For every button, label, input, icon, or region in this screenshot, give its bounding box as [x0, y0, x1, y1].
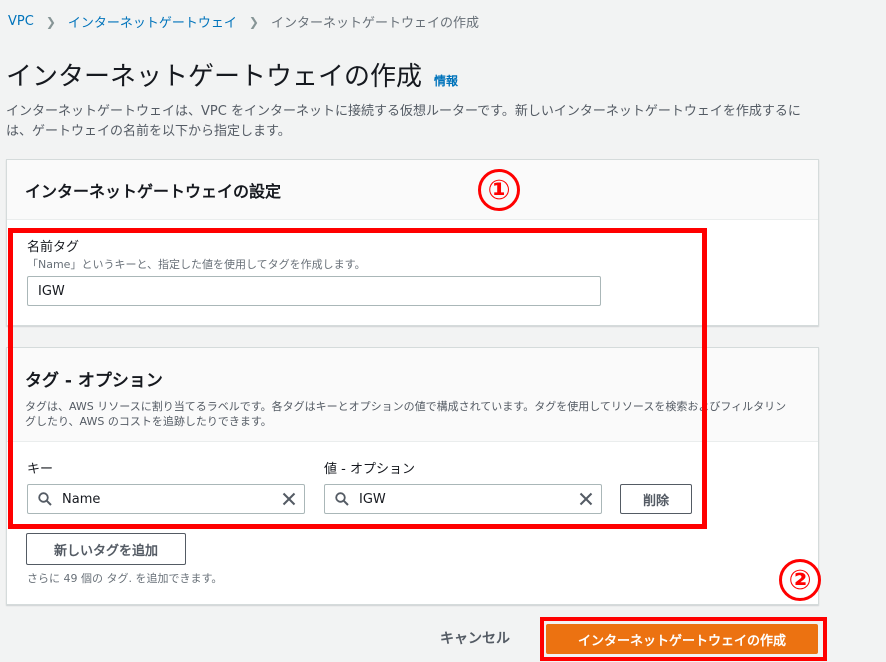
- page-title: インターネットゲートウェイの作成 情報: [6, 56, 458, 93]
- breadcrumb-current: インターネットゲートウェイの作成: [270, 16, 479, 31]
- tag-value-value: IGW: [359, 491, 386, 507]
- step-marker-2: ②: [779, 559, 821, 601]
- tags-panel-title: タグ - オプション: [25, 371, 163, 391]
- tags-panel-description: タグは、AWS リソースに割り当てるラベルです。各タグはキーとオプションの値で構…: [25, 400, 787, 428]
- name-tag-input[interactable]: IGW: [27, 276, 601, 306]
- tag-key-label: キー: [27, 462, 54, 477]
- tag-limit-hint: さらに 49 個の タグ. を追加できます。: [27, 572, 223, 585]
- info-link[interactable]: 情報: [434, 72, 458, 89]
- tags-panel: タグ - オプション タグは、AWS リソースに割り当てるラベルです。各タグはキ…: [6, 347, 819, 605]
- chevron-right-icon: ❯: [45, 14, 56, 29]
- clear-icon[interactable]: [274, 492, 304, 506]
- tag-key-value: Name: [62, 491, 101, 507]
- chevron-right-icon: ❯: [248, 14, 259, 29]
- tag-key-input[interactable]: Name: [27, 484, 305, 514]
- tag-value-input[interactable]: IGW: [324, 484, 602, 514]
- add-tag-button[interactable]: 新しいタグを追加: [26, 533, 186, 565]
- clear-icon[interactable]: [571, 492, 601, 506]
- tags-panel-header: タグ - オプション タグは、AWS リソースに割り当てるラベルです。各タグはキ…: [7, 348, 818, 442]
- page-title-text: インターネットゲートウェイの作成: [6, 62, 423, 92]
- name-tag-label: 名前タグ: [27, 240, 80, 255]
- remove-tag-button[interactable]: 削除: [620, 484, 692, 514]
- search-icon: [325, 492, 359, 506]
- cancel-button[interactable]: キャンセル: [440, 628, 510, 648]
- name-tag-description: 「Name」というキーと、指定した値を使用してタグを作成します。: [27, 258, 366, 271]
- settings-panel: インターネットゲートウェイの設定 名前タグ 「Name」というキーと、指定した値…: [6, 159, 819, 326]
- breadcrumb-link-internet-gateways[interactable]: インターネットゲートウェイ: [68, 12, 237, 31]
- breadcrumb: VPC ❯ インターネットゲートウェイ ❯ インターネットゲートウェイの作成: [8, 12, 479, 31]
- create-internet-gateway-button[interactable]: インターネットゲートウェイの作成: [546, 624, 818, 654]
- breadcrumb-link-vpc[interactable]: VPC: [8, 14, 34, 29]
- tag-value-label: 値 - オプション: [324, 462, 415, 477]
- search-icon: [28, 492, 62, 506]
- step-marker-1: ①: [478, 169, 520, 211]
- settings-panel-title: インターネットゲートウェイの設定: [7, 160, 818, 220]
- page-description: インターネットゲートウェイは、VPC をインターネットに接続する仮想ルーターです…: [6, 104, 801, 139]
